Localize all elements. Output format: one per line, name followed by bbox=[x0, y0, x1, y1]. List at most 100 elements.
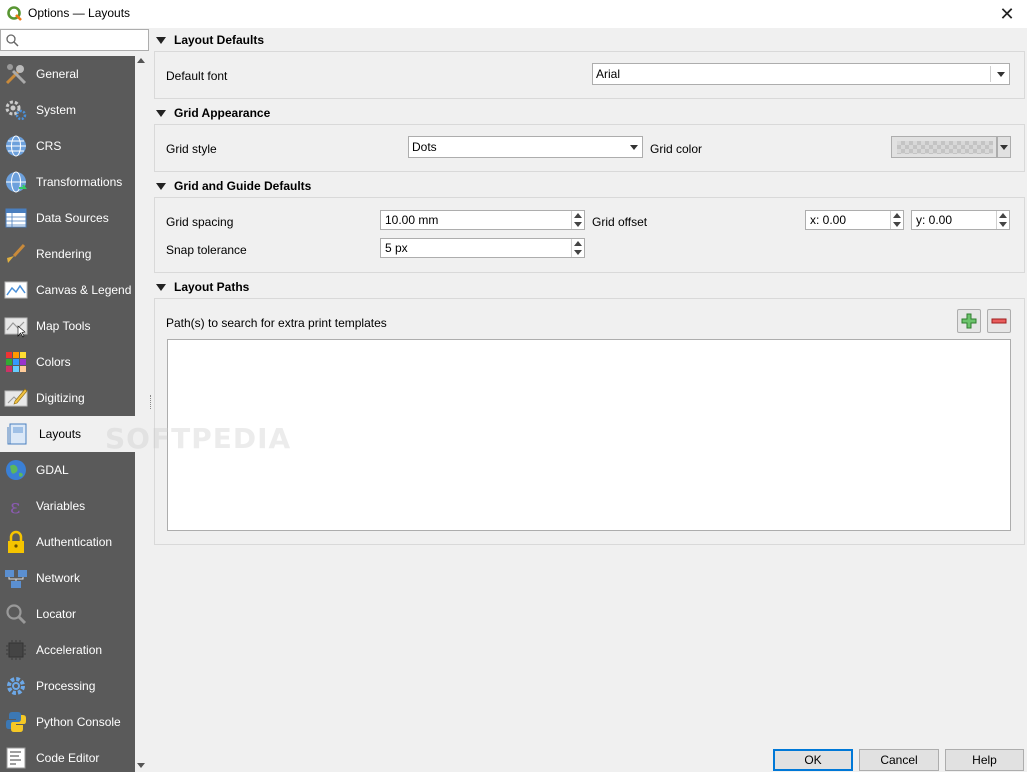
globe-transform-icon bbox=[4, 170, 28, 194]
grid-spacing-label: Grid spacing bbox=[166, 215, 234, 229]
sidebar-item-label: CRS bbox=[36, 139, 62, 153]
search-icon bbox=[6, 34, 19, 47]
spin-down-icon[interactable] bbox=[893, 222, 901, 227]
sidebar-item-colors[interactable]: Colors bbox=[0, 344, 135, 380]
splitter-handle[interactable] bbox=[150, 395, 152, 409]
gdal-globe-icon bbox=[4, 458, 28, 482]
sidebar-item-processing[interactable]: Processing bbox=[0, 668, 135, 704]
add-path-button[interactable] bbox=[957, 309, 981, 333]
sidebar-item-label: General bbox=[36, 67, 79, 81]
grid-offset-x-value: x: 0.00 bbox=[810, 213, 847, 227]
grid-color-button[interactable] bbox=[891, 136, 997, 158]
grid-guide-defaults-group: Grid spacing Grid offset Snap tolerance bbox=[154, 197, 1025, 273]
section-title: Grid Appearance bbox=[174, 106, 271, 120]
sidebar-item-network[interactable]: Network bbox=[0, 560, 135, 596]
grid-color-menu-button[interactable] bbox=[997, 136, 1011, 158]
snap-tolerance-label: Snap tolerance bbox=[166, 243, 247, 257]
spin-buttons[interactable] bbox=[890, 211, 903, 229]
brush-icon bbox=[4, 242, 28, 266]
sidebar-item-label: Canvas & Legend bbox=[36, 283, 132, 297]
digitize-icon bbox=[4, 386, 28, 410]
default-font-value: Arial bbox=[596, 67, 621, 81]
collapse-arrow-icon[interactable] bbox=[156, 109, 166, 117]
grid-color-label: Grid color bbox=[650, 142, 703, 156]
spin-buttons[interactable] bbox=[571, 239, 584, 257]
sidebar-item-label: Authentication bbox=[36, 535, 113, 549]
sidebar-item-label: Acceleration bbox=[36, 643, 103, 657]
spin-down-icon[interactable] bbox=[999, 222, 1007, 227]
sidebar-item-label: Transformations bbox=[36, 175, 123, 189]
sidebar-item-label: Network bbox=[36, 571, 81, 585]
network-icon bbox=[4, 566, 28, 590]
grid-spacing-spinbox[interactable]: 10.00 mm bbox=[380, 210, 585, 230]
grid-offset-y-spinbox[interactable]: y: 0.00 bbox=[911, 210, 1010, 230]
sidebar-item-authentication[interactable]: Authentication bbox=[0, 524, 135, 560]
sidebar-item-data-sources[interactable]: Data Sources bbox=[0, 200, 135, 236]
combo-separator bbox=[990, 66, 991, 82]
sidebar-item-variables[interactable]: ε Variables bbox=[0, 488, 135, 524]
chip-icon bbox=[4, 638, 28, 662]
collapse-arrow-icon[interactable] bbox=[156, 36, 166, 44]
svg-text:ε: ε bbox=[10, 494, 20, 518]
snap-tolerance-spinbox[interactable]: 5 px bbox=[380, 238, 585, 258]
sidebar-item-canvas-legend[interactable]: Canvas & Legend bbox=[0, 272, 135, 308]
cancel-button[interactable]: Cancel bbox=[859, 749, 939, 771]
ok-button[interactable]: OK bbox=[773, 749, 853, 771]
sidebar-scrollbar[interactable] bbox=[135, 56, 149, 772]
section-title: Grid and Guide Defaults bbox=[174, 179, 312, 193]
spin-buttons[interactable] bbox=[996, 211, 1009, 229]
lock-icon bbox=[4, 530, 28, 554]
remove-path-button[interactable] bbox=[987, 309, 1011, 333]
color-swatch bbox=[897, 141, 993, 154]
spin-buttons[interactable] bbox=[571, 211, 584, 229]
grid-offset-x-spinbox[interactable]: x: 0.00 bbox=[805, 210, 904, 230]
spin-down-icon[interactable] bbox=[574, 250, 582, 255]
tools-icon bbox=[4, 62, 28, 86]
map-canvas-icon bbox=[4, 278, 28, 302]
grid-style-combo[interactable]: Dots bbox=[408, 136, 643, 158]
close-icon[interactable]: ✕ bbox=[995, 3, 1019, 25]
sidebar-item-acceleration[interactable]: Acceleration bbox=[0, 632, 135, 668]
sidebar-item-general[interactable]: General bbox=[0, 56, 135, 92]
collapse-arrow-icon[interactable] bbox=[156, 283, 166, 291]
title-bar: Options — Layouts ✕ bbox=[0, 0, 1027, 28]
sidebar-item-label: Map Tools bbox=[36, 319, 91, 333]
sidebar-item-transformations[interactable]: Transformations bbox=[0, 164, 135, 200]
collapse-arrow-icon[interactable] bbox=[156, 182, 166, 190]
add-icon bbox=[961, 313, 977, 329]
grid-appearance-header[interactable]: Grid Appearance bbox=[155, 103, 270, 123]
sidebar-search-input[interactable] bbox=[0, 29, 149, 51]
layout-paths-header[interactable]: Layout Paths bbox=[155, 277, 249, 297]
scroll-up-arrow-icon[interactable] bbox=[137, 58, 145, 63]
sidebar-item-label: System bbox=[36, 103, 77, 117]
grid-spacing-value: 10.00 mm bbox=[385, 213, 439, 227]
section-title: Layout Defaults bbox=[174, 33, 265, 47]
sidebar-item-locator[interactable]: Locator bbox=[0, 596, 135, 632]
gears-icon bbox=[4, 98, 28, 122]
spin-down-icon[interactable] bbox=[574, 222, 582, 227]
spin-up-icon[interactable] bbox=[893, 213, 901, 218]
sidebar-item-digitizing[interactable]: Digitizing bbox=[0, 380, 135, 416]
default-font-combo[interactable]: Arial bbox=[592, 63, 1010, 85]
default-font-label: Default font bbox=[166, 69, 228, 83]
spin-up-icon[interactable] bbox=[574, 213, 582, 218]
grid-guide-defaults-header[interactable]: Grid and Guide Defaults bbox=[155, 176, 311, 196]
template-paths-list[interactable] bbox=[167, 339, 1011, 531]
spin-up-icon[interactable] bbox=[999, 213, 1007, 218]
sidebar-item-python-console[interactable]: Python Console bbox=[0, 704, 135, 740]
sidebar-item-code-editor[interactable]: Code Editor bbox=[0, 740, 135, 772]
table-icon bbox=[4, 206, 28, 230]
globe-icon bbox=[4, 134, 28, 158]
dropdown-arrow-icon bbox=[997, 72, 1005, 77]
spin-up-icon[interactable] bbox=[574, 241, 582, 246]
cog-icon bbox=[4, 674, 28, 698]
sidebar-item-system[interactable]: System bbox=[0, 92, 135, 128]
layout-defaults-header[interactable]: Layout Defaults bbox=[155, 30, 264, 50]
help-button[interactable]: Help bbox=[945, 749, 1024, 771]
sidebar-item-rendering[interactable]: Rendering bbox=[0, 236, 135, 272]
scroll-down-arrow-icon[interactable] bbox=[137, 763, 145, 768]
sidebar-item-gdal[interactable]: GDAL bbox=[0, 452, 135, 488]
layout-icon bbox=[6, 422, 30, 446]
sidebar-item-map-tools[interactable]: Map Tools bbox=[0, 308, 135, 344]
sidebar-item-crs[interactable]: CRS bbox=[0, 128, 135, 164]
